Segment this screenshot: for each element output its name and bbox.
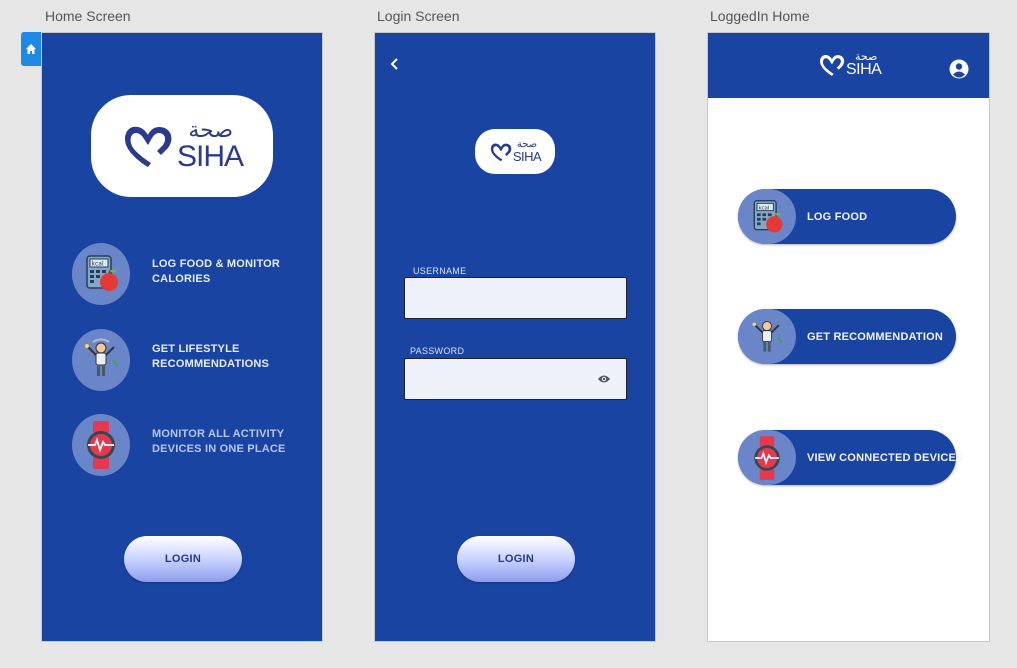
feature-line: MONITOR ALL ACTIVITY [152,428,285,440]
home-login-button[interactable]: LOGIN [124,536,242,582]
feature-devices-text: MONITOR ALL ACTIVITY DEVICES IN ONE PLAC… [152,427,286,457]
view-connected-devices-button[interactable]: VIEW CONNECTED DEVICES [738,430,963,485]
username-label: USERNAME [413,266,467,276]
home-icon [26,44,36,54]
svg-text:kcal: kcal [758,205,769,211]
person-exercise-icon [72,329,130,391]
log-food-label: LOG FOOD [807,210,868,223]
brand-logo-small: صحة SIHA [475,129,555,174]
feature-line: GET LIFESTYLE [152,343,240,355]
brand-logo: صحة SIHA [91,95,273,197]
artboard-label-home: Home Screen [45,8,131,24]
home-screen: صحة SIHA kcal LOG FOOD & MONITOR CALORIE… [42,33,322,641]
password-field[interactable] [404,358,627,400]
siha-heart-logo-icon [820,54,845,76]
brand-logo-header: صحة SIHA [818,51,882,78]
artboard-label-logged-in: LoggedIn Home [710,8,810,24]
feature-log-food-text: LOG FOOD & MONITOR CALORIES [152,257,280,287]
feature-line: RECOMMENDATIONS [152,358,270,370]
login-submit-button[interactable]: LOGIN [457,536,575,582]
person-exercise-icon [738,309,796,364]
get-recommendation-label: GET RECOMMENDATION [807,330,944,343]
brand-latin: SIHA [846,61,882,78]
brand-arabic: صحة [188,118,234,143]
siha-heart-logo-icon [124,126,172,167]
username-field[interactable] [404,277,627,319]
artboard-label-login: Login Screen [377,8,460,24]
password-label: PASSWORD [410,346,465,356]
view-connected-devices-label: VIEW CONNECTED DEVICES [807,451,964,464]
back-chevron-icon[interactable] [389,57,401,71]
logged-in-home-screen: صحة SIHA kcal LOG FOOD GET RECOMMENDATIO… [708,33,989,641]
login-screen: صحة SIHA USERNAME PASSWORD LOGIN [375,33,655,641]
siha-heart-logo-icon [490,143,512,161]
home-flag[interactable] [21,32,41,66]
calorie-calculator-icon: kcal [72,243,130,305]
feature-recommendations-text: GET LIFESTYLE RECOMMENDATIONS [152,342,269,372]
get-recommendation-button[interactable]: GET RECOMMENDATION [738,309,956,364]
svg-text:kcal: kcal [92,261,104,268]
log-food-button[interactable]: kcal LOG FOOD [738,189,956,244]
brand-latin: SIHA [512,149,542,164]
account-circle-icon[interactable] [949,59,969,79]
feature-line: DEVICES IN ONE PLACE [152,443,286,455]
eye-icon[interactable] [597,374,611,384]
heart-rate-watch-icon [738,430,796,485]
top-app-bar: صحة SIHA [708,33,989,98]
calorie-calculator-icon: kcal [738,189,796,244]
feature-line: LOG FOOD & MONITOR [152,258,281,270]
heart-rate-watch-icon [72,414,130,476]
brand-latin: SIHA [176,140,244,173]
feature-line: CALORIES [152,273,211,285]
